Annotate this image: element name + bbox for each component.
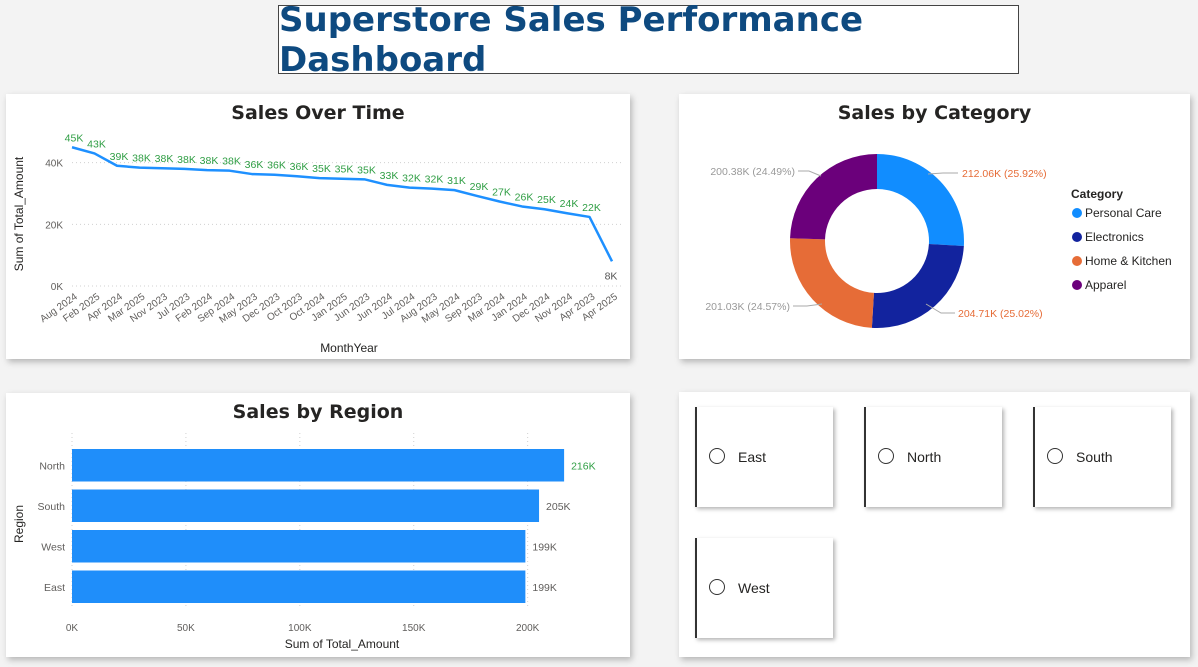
donut-slice xyxy=(790,238,874,328)
x-tick-label: 150K xyxy=(402,623,426,634)
y-tick-label: South xyxy=(38,501,66,513)
sales-over-time-card[interactable]: Sales Over Time 0K 20K 40K 45K 43K 39K 38K 38K 3… xyxy=(6,94,630,359)
data-label: 38K xyxy=(155,153,174,165)
x-tick-label: 200K xyxy=(516,623,540,634)
y-tick-label: North xyxy=(39,460,65,472)
slicer-option-label: North xyxy=(907,449,942,465)
legend-label: Home & Kitchen xyxy=(1085,254,1172,268)
x-tick-label: 100K xyxy=(288,623,312,634)
x-axis-title: Sum of Total_Amount xyxy=(285,637,400,651)
y-axis-title: Region xyxy=(12,505,26,543)
donut-slice xyxy=(871,243,964,328)
radio-icon[interactable] xyxy=(709,579,725,595)
region-bar xyxy=(72,489,540,522)
region-bar xyxy=(72,570,526,603)
data-label: 36K xyxy=(267,160,286,172)
radio-icon[interactable] xyxy=(1047,448,1063,464)
data-label: 24K xyxy=(560,198,579,210)
data-label: 29K xyxy=(470,181,489,193)
slicer-option-west[interactable]: West xyxy=(695,538,833,638)
slice-label: 200.38K (24.49%) xyxy=(710,166,795,178)
slice-label: 201.03K (24.57%) xyxy=(705,301,790,313)
slicer-option-label: West xyxy=(738,580,770,596)
data-label: 25K xyxy=(537,194,556,206)
y-tick-label: West xyxy=(41,541,65,553)
legend-marker xyxy=(1072,232,1082,242)
data-label: 199K xyxy=(532,582,557,594)
slicer-option-label: South xyxy=(1076,449,1113,465)
data-label: 32K xyxy=(402,173,421,185)
leader-line xyxy=(798,170,822,177)
data-label: 35K xyxy=(312,163,331,175)
leader-line xyxy=(793,303,823,307)
slice-label: 212.06K (25.92%) xyxy=(962,168,1047,180)
data-label: 205K xyxy=(546,501,571,513)
region-slicer-card: East North South West xyxy=(679,392,1190,657)
y-tick-label: 40K xyxy=(45,159,63,170)
legend-marker xyxy=(1072,280,1082,290)
legend-label: Apparel xyxy=(1085,278,1126,292)
data-label: 36K xyxy=(290,161,309,173)
slicer-option-north[interactable]: North xyxy=(864,407,1002,507)
data-label: 36K xyxy=(245,159,264,171)
sales-by-category-chart[interactable]: 212.06K (25.92%) 204.71K (25.02%) 201.03K … xyxy=(679,94,1190,359)
y-axis-title: Sum of Total_Amount xyxy=(12,156,26,271)
legend-label: Electronics xyxy=(1085,230,1144,244)
region-bar xyxy=(72,449,565,482)
y-tick-label: East xyxy=(44,582,65,594)
data-label: 22K xyxy=(582,202,601,214)
radio-icon[interactable] xyxy=(709,448,725,464)
data-label: 35K xyxy=(335,164,354,176)
legend-title: Category xyxy=(1071,187,1123,201)
region-bar xyxy=(72,530,526,563)
data-label: 45K xyxy=(65,132,84,144)
data-label: 38K xyxy=(200,155,219,167)
radio-icon[interactable] xyxy=(878,448,894,464)
x-axis-title: MonthYear xyxy=(320,341,378,355)
data-label: 35K xyxy=(357,164,376,176)
y-tick-label: 0K xyxy=(51,282,64,293)
data-label: 31K xyxy=(447,175,466,187)
sales-by-category-card[interactable]: Sales by Category 212.06K (25.92%) 204.71… xyxy=(679,94,1190,359)
slicer-option-east[interactable]: East xyxy=(695,407,833,507)
data-label: 8K xyxy=(605,270,618,282)
data-label: 32K xyxy=(425,174,444,186)
data-label: 26K xyxy=(515,191,534,203)
data-label: 27K xyxy=(492,187,511,199)
data-label: 216K xyxy=(571,460,596,472)
donut-slice xyxy=(790,154,877,240)
data-label: 38K xyxy=(222,156,241,168)
sales-by-region-card[interactable]: Sales by Region 0K 50K 100K 150K 200K North 21… xyxy=(6,393,630,657)
sales-by-region-chart[interactable]: 0K 50K 100K 150K 200K North 216K South 205K West 1… xyxy=(6,393,630,657)
slice-label: 204.71K (25.02%) xyxy=(958,308,1043,320)
legend-marker xyxy=(1072,208,1082,218)
x-tick-label: 0K xyxy=(66,623,79,634)
leader-line xyxy=(927,172,958,175)
dashboard-title-box: Superstore Sales Performance Dashboard xyxy=(278,0,1019,80)
y-tick-label: 20K xyxy=(45,220,63,231)
data-label: 199K xyxy=(532,541,557,553)
donut-slice xyxy=(877,154,964,247)
slicer-option-label: East xyxy=(738,449,767,465)
sales-over-time-chart[interactable]: 0K20K40K45K43K39K 38K 38K 38K 38K 38K 36K 36K 36… xyxy=(6,94,630,359)
slicer-option-south[interactable]: South xyxy=(1033,407,1171,507)
data-label: 38K xyxy=(132,153,151,165)
data-label: 33K xyxy=(380,170,399,182)
x-tick-label: 50K xyxy=(177,623,195,634)
legend-marker xyxy=(1072,256,1082,266)
data-label: 38K xyxy=(177,154,196,166)
legend-label: Personal Care xyxy=(1085,206,1162,220)
data-label: 43K xyxy=(87,138,106,150)
data-label: 39K xyxy=(110,151,129,163)
dashboard-title: Superstore Sales Performance Dashboard xyxy=(279,0,864,80)
